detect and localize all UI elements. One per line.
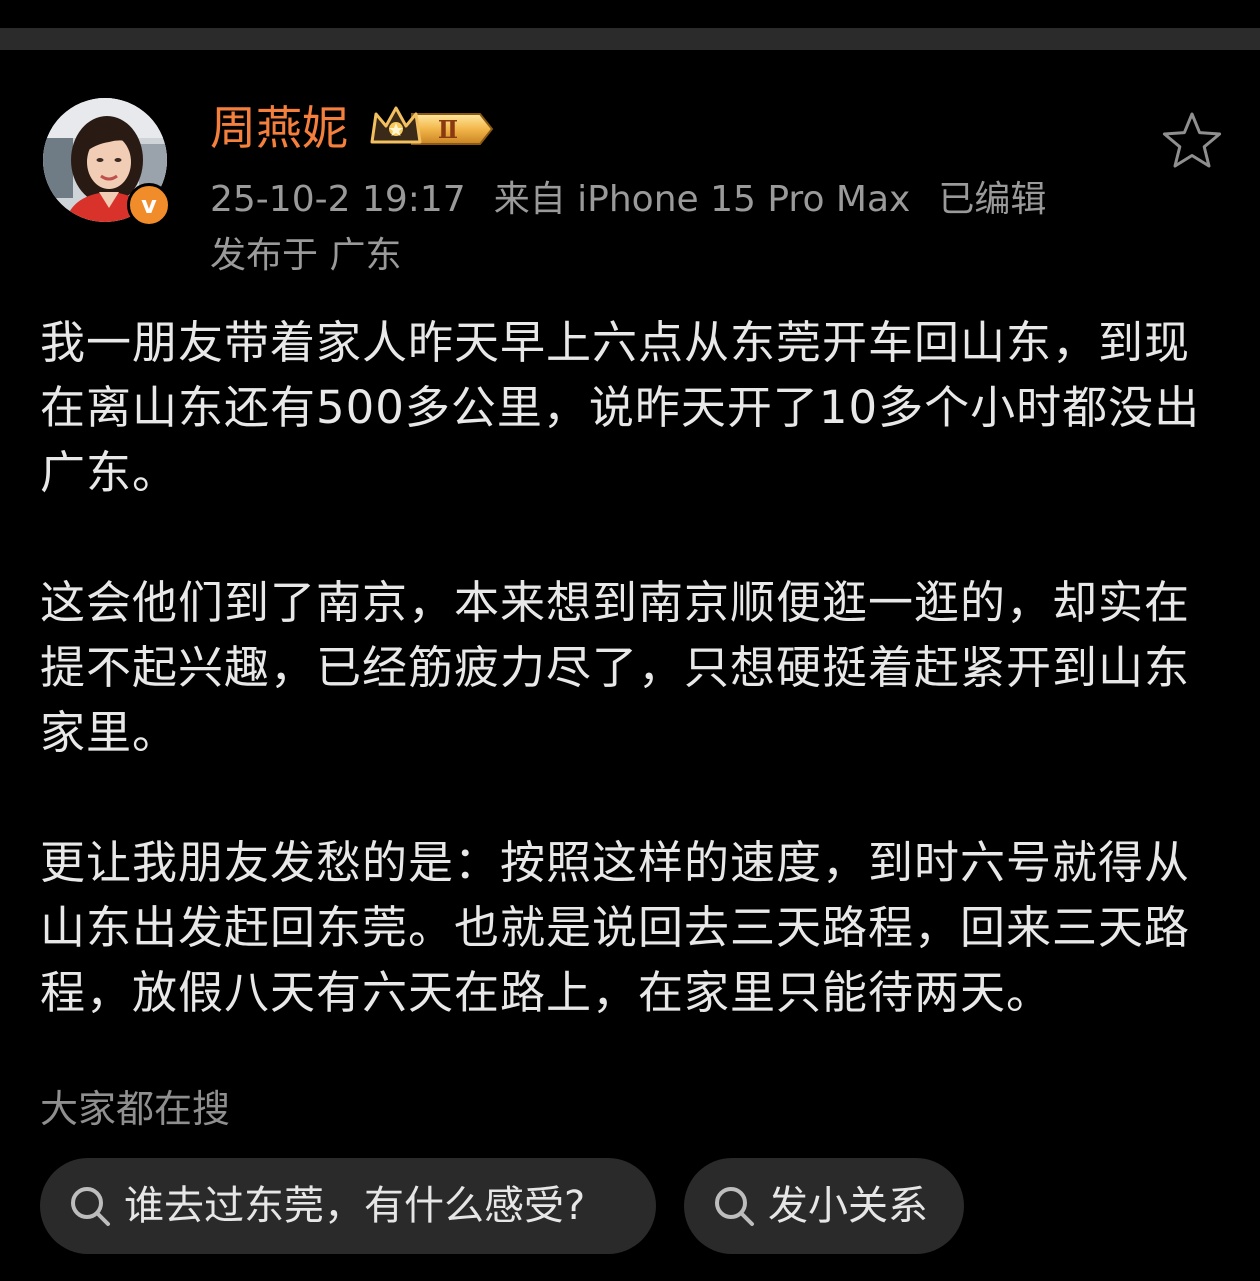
crown-level-badge-icon[interactable]: Ⅱ bbox=[368, 102, 496, 152]
post-meta: 25-10-2 19:17 来自 iPhone 15 Pro Max 已编辑 bbox=[210, 176, 1046, 224]
edited-label[interactable]: 已编辑 bbox=[938, 176, 1046, 224]
favorite-star-icon[interactable] bbox=[1160, 110, 1224, 170]
top-divider-bar bbox=[0, 28, 1260, 50]
post-source: 来自 iPhone 15 Pro Max bbox=[493, 179, 911, 220]
search-icon bbox=[715, 1187, 754, 1226]
post-paragraph: 我一朋友带着家人昨天早上六点从东莞开车回山东，到现在离山东还有500多公里，说昨… bbox=[40, 316, 1201, 499]
trending-search-title: 大家都在搜 bbox=[40, 1087, 231, 1131]
level-badge-text: Ⅱ bbox=[438, 115, 458, 144]
status-strip bbox=[0, 0, 1260, 28]
search-chip-label: 谁去过东莞，有什么感受? bbox=[124, 1183, 586, 1229]
search-chip-label: 发小关系 bbox=[768, 1183, 928, 1229]
search-chip[interactable]: 发小关系 bbox=[684, 1158, 964, 1254]
search-icon bbox=[71, 1187, 110, 1226]
username[interactable]: 周燕妮 bbox=[210, 100, 348, 156]
post-paragraph: 更让我朋友发愁的是：按照这样的速度，到时六号就得从山东出发赶回东莞。也就是说回去… bbox=[40, 836, 1191, 1019]
post-location: 发布于 广东 bbox=[210, 235, 402, 276]
post-content: 我一朋友带着家人昨天早上六点从东莞开车回山东，到现在离山东还有500多公里，说昨… bbox=[40, 310, 1220, 1090]
post-paragraph: 这会他们到了南京，本来想到南京顺便逛一逛的，却实在提不起兴趣，已经筋疲力尽了，只… bbox=[40, 576, 1191, 759]
verified-icon: v bbox=[127, 183, 171, 227]
search-chip[interactable]: 谁去过东莞，有什么感受? bbox=[40, 1158, 656, 1254]
post-time: 25-10-2 19:17 bbox=[210, 179, 466, 220]
